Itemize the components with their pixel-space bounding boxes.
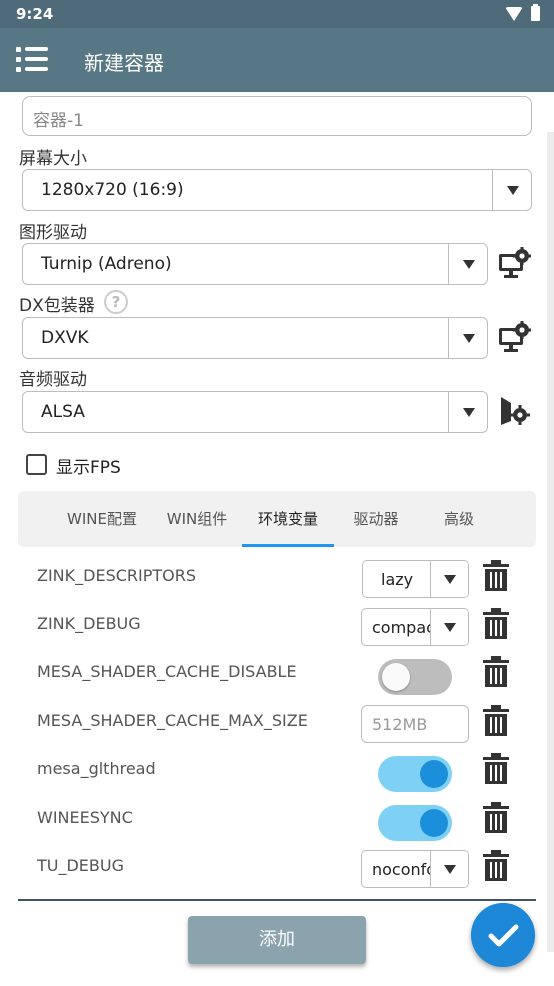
screen-size-select[interactable]: 1280x720 (16:9)	[22, 169, 532, 211]
env-var-value-input[interactable]: 512MB	[361, 705, 469, 743]
trash-icon[interactable]	[482, 802, 510, 834]
confirm-button[interactable]	[471, 903, 535, 967]
chevron-down-icon	[444, 865, 456, 874]
graphics-driver-select[interactable]: Turnip (Adreno)	[22, 243, 488, 285]
env-var-value-select[interactable]: lazy	[362, 560, 469, 598]
wifi-icon	[505, 6, 523, 21]
toggle-knob	[420, 760, 448, 788]
tab-bar: WINE配置 WIN组件 环境变量 驱动器 高级	[18, 491, 536, 547]
hamburger-icon[interactable]	[16, 45, 48, 75]
env-var-row: TU_DEBUG noconform	[0, 843, 554, 891]
toggle-knob	[420, 809, 448, 837]
tab-env-vars[interactable]: 环境变量	[242, 491, 334, 547]
status-time: 9:24	[16, 5, 54, 23]
env-var-row: ZINK_DEBUG compact	[0, 601, 554, 649]
show-fps-label: 显示FPS	[56, 458, 121, 478]
graphics-driver-label: 图形驱动	[19, 223, 87, 243]
audio-driver-value: ALSA	[41, 402, 85, 422]
dx-wrapper-select[interactable]: DXVK	[22, 317, 488, 359]
trash-icon[interactable]	[482, 850, 510, 882]
container-name-input[interactable]: 容器-1	[22, 96, 532, 136]
dx-wrapper-value: DXVK	[41, 328, 89, 348]
env-var-value-select[interactable]: noconform	[361, 850, 469, 888]
graphics-driver-value: Turnip (Adreno)	[41, 254, 172, 274]
add-env-var-button[interactable]: 添加	[188, 916, 366, 964]
audio-driver-label: 音频驱动	[19, 370, 87, 390]
help-icon[interactable]: ?	[104, 290, 128, 314]
env-var-toggle[interactable]	[378, 659, 452, 695]
env-var-row: ZINK_DESCRIPTORS lazy	[0, 553, 554, 601]
status-bar: 9:24	[0, 0, 554, 28]
toggle-knob	[382, 663, 410, 691]
page-title: 新建容器	[84, 51, 164, 75]
chevron-down-icon	[507, 186, 519, 195]
monitor-gear-icon[interactable]	[497, 321, 531, 353]
chevron-down-icon	[463, 260, 475, 269]
env-var-key: mesa_glthread	[37, 759, 156, 778]
chevron-down-icon	[444, 623, 456, 632]
show-fps-checkbox[interactable]	[26, 454, 47, 475]
status-icons	[505, 4, 540, 21]
tab-wine-config[interactable]: WINE配置	[58, 491, 146, 547]
env-var-toggle[interactable]	[378, 756, 452, 792]
trash-icon[interactable]	[482, 608, 510, 640]
tab-drives[interactable]: 驱动器	[338, 491, 414, 547]
chevron-down-icon	[444, 575, 456, 584]
chevron-down-icon	[463, 334, 475, 343]
screen-size-label: 屏幕大小	[19, 149, 87, 169]
battery-icon	[531, 4, 540, 21]
env-var-value: lazy	[381, 570, 414, 589]
env-var-toggle[interactable]	[378, 805, 452, 841]
app-bar: 新建容器	[0, 28, 554, 92]
env-var-row: MESA_SHADER_CACHE_MAX_SIZE 512MB	[0, 698, 554, 746]
divider	[18, 899, 536, 901]
audio-driver-select[interactable]: ALSA	[22, 391, 488, 433]
trash-icon[interactable]	[482, 656, 510, 688]
active-tab-indicator	[242, 544, 334, 547]
tab-advanced[interactable]: 高级	[426, 491, 492, 547]
trash-icon[interactable]	[482, 753, 510, 785]
env-var-key: ZINK_DEBUG	[37, 614, 141, 633]
chevron-down-icon	[463, 408, 475, 417]
env-var-key: ZINK_DESCRIPTORS	[37, 566, 197, 585]
env-var-row: mesa_glthread	[0, 746, 554, 794]
trash-icon[interactable]	[482, 560, 510, 592]
env-var-key: TU_DEBUG	[37, 856, 124, 875]
dx-wrapper-label: DX包装器	[19, 296, 95, 316]
speaker-gear-icon[interactable]	[498, 395, 532, 427]
container-form: 容器-1 屏幕大小 1280x720 (16:9) 图形驱动 Turnip (A…	[0, 92, 554, 986]
tab-win-components[interactable]: WIN组件	[154, 491, 240, 547]
env-var-value-select[interactable]: compact	[361, 608, 469, 646]
env-var-row: MESA_SHADER_CACHE_DISABLE	[0, 649, 554, 697]
env-var-key: MESA_SHADER_CACHE_MAX_SIZE	[37, 711, 308, 730]
env-var-key: WINEESYNC	[37, 808, 133, 827]
monitor-gear-icon[interactable]	[497, 247, 531, 279]
env-var-row: WINEESYNC	[0, 795, 554, 843]
screen-size-value: 1280x720 (16:9)	[41, 180, 184, 200]
env-var-key: MESA_SHADER_CACHE_DISABLE	[37, 662, 297, 681]
trash-icon[interactable]	[482, 705, 510, 737]
